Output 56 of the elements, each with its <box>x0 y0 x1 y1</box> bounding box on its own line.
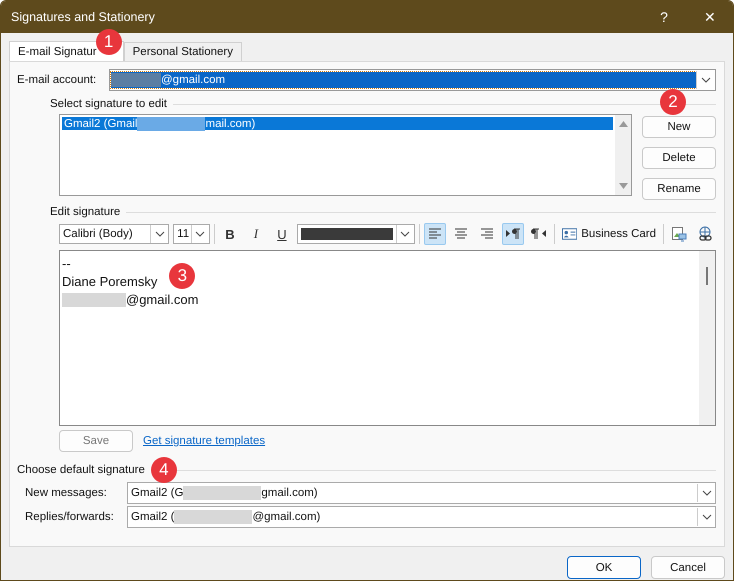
field-label: E-mail account: <box>17 74 98 86</box>
globe-link-icon <box>697 226 714 242</box>
align-left-button[interactable] <box>424 223 446 245</box>
chevron-down-icon <box>702 490 712 496</box>
signature-button[interactable]: New <box>642 116 716 138</box>
chevron-down-icon <box>700 77 710 83</box>
scrollbar[interactable] <box>699 251 715 425</box>
right-to-left-icon <box>530 226 547 242</box>
templates-link[interactable]: Get signature templates <box>143 435 266 447</box>
italic-button[interactable]: I <box>244 223 267 245</box>
chevron-down-icon <box>400 231 410 237</box>
combo-value: 11 <box>176 228 190 240</box>
picture-monitor-icon <box>671 226 688 242</box>
field-label: New messages: <box>25 487 108 499</box>
signature-line: @gmail.com <box>126 291 198 309</box>
font-dropdown[interactable]: Calibri (Body) <box>59 224 170 244</box>
section-heading: Choose default signature <box>17 464 145 476</box>
section-heading: Select signature to edit <box>50 98 167 110</box>
chevron-down-icon <box>195 231 206 237</box>
signature-button[interactable]: Rename <box>642 178 716 200</box>
ok-button[interactable]: OK <box>567 556 641 579</box>
cancel-button[interactable]: Cancel <box>651 556 725 579</box>
redaction-bar <box>137 116 206 130</box>
left-to-right-button[interactable] <box>502 223 524 245</box>
dropdown-value: Gmail2 (G <box>131 487 184 499</box>
dropdown-value: @gmail.com) <box>252 511 320 523</box>
dropdown-value: Gmail2 ( <box>131 511 174 523</box>
signature-button[interactable]: Delete <box>642 147 716 169</box>
bold-button[interactable]: B <box>218 223 241 245</box>
signature-line: -- <box>62 255 71 273</box>
combo-value: Calibri (Body) <box>62 228 134 240</box>
signature-item[interactable]: Gmail2 (Gmail mail.com) <box>62 117 613 130</box>
business-card-button[interactable]: Business Card <box>558 223 660 245</box>
left-to-right-icon <box>504 226 521 242</box>
close-button[interactable]: ✕ <box>687 1 733 33</box>
chevron-down-icon <box>702 514 712 520</box>
chevron-down-icon <box>154 231 165 237</box>
signature-line: Diane Poremsky <box>62 273 158 291</box>
signature-dropdown[interactable]: Gmail2 (G gmail.com) <box>127 482 716 504</box>
item-text: mail.com) <box>205 118 256 130</box>
font-color-dropdown[interactable] <box>296 224 415 244</box>
section-heading: Edit signature <box>50 206 120 218</box>
dropdown-value: gmail.com) <box>261 487 318 499</box>
tab[interactable]: Personal Stationery <box>124 42 242 61</box>
field-label: Replies/forwards: <box>25 511 115 523</box>
account-dropdown[interactable]: @gmail.com <box>109 69 716 91</box>
underline-button[interactable]: U <box>270 223 293 245</box>
redaction-bar <box>111 73 161 87</box>
signature-dropdown[interactable]: Gmail2 ( @gmail.com) <box>127 506 716 528</box>
help-button[interactable]: ? <box>641 1 687 33</box>
font-size-dropdown[interactable]: 11 <box>173 224 210 244</box>
contact-card-icon <box>562 227 578 241</box>
account-value: @gmail.com <box>161 74 226 86</box>
window-title: Signatures and Stationery <box>11 10 155 24</box>
scroll-thumb[interactable] <box>706 267 708 285</box>
item-text: Gmail2 (Gmail <box>64 118 138 130</box>
